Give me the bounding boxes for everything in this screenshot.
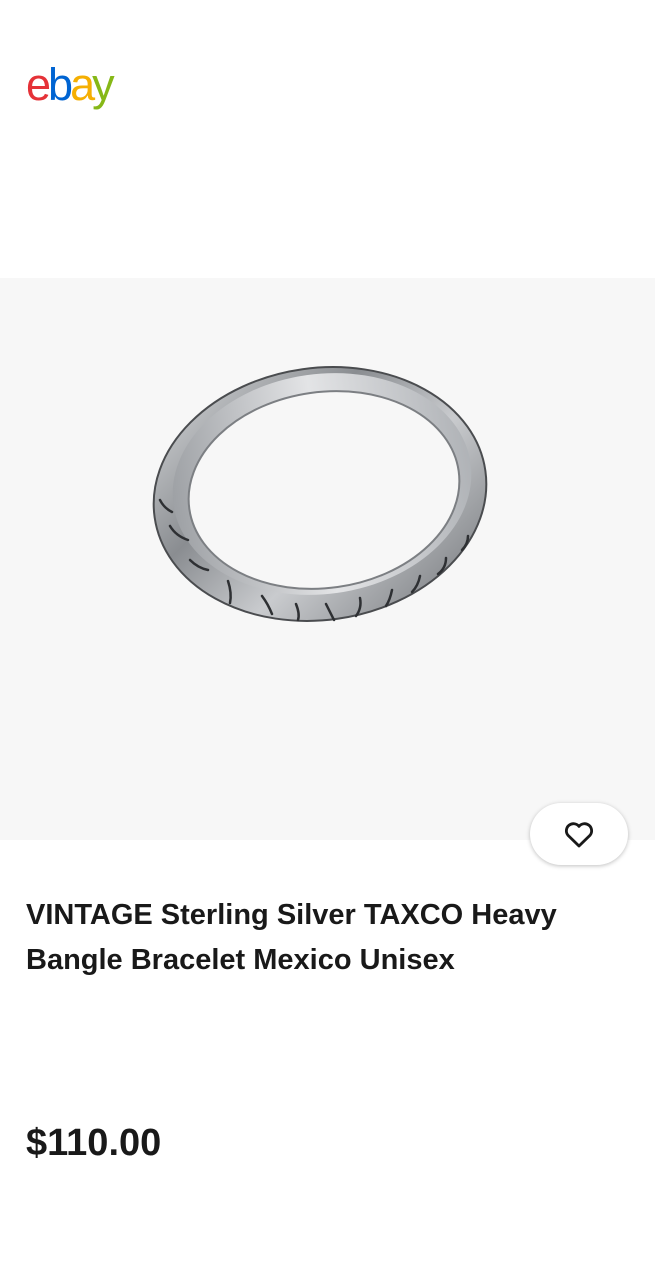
watch-button[interactable]: [530, 803, 628, 865]
listing-price: $110.00: [26, 1122, 162, 1164]
logo-letter-e: e: [26, 59, 51, 110]
heart-icon: [564, 822, 594, 848]
listing-page: e b a y VINTAGE Sterling Silver TAXCO He…: [0, 0, 655, 1280]
logo-letter-b: b: [48, 59, 73, 110]
logo-letter-a: a: [70, 59, 95, 110]
listing-title: VINTAGE Sterling Silver TAXCO Heavy Bang…: [26, 899, 557, 976]
product-image: [152, 366, 488, 622]
product-image-gallery[interactable]: [0, 278, 655, 840]
logo-letter-y: y: [92, 59, 114, 110]
ebay-logo[interactable]: e b a y: [26, 59, 115, 110]
